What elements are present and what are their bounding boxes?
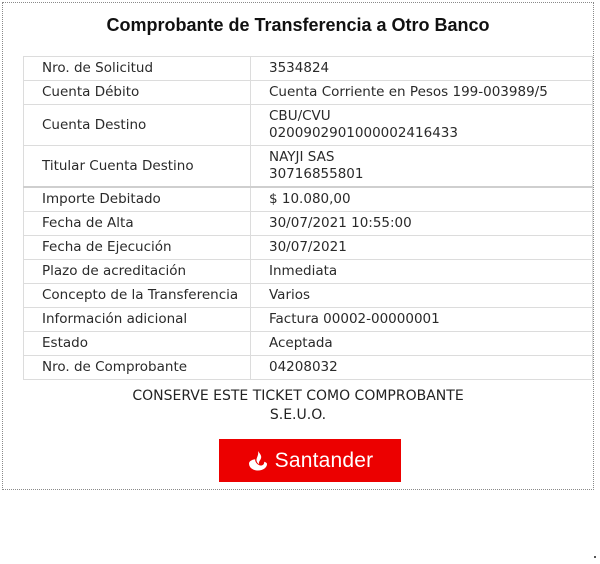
row-value: 04208032 [250, 355, 593, 380]
row-value: Inmediata [250, 259, 593, 284]
row-label: Nro. de Comprobante [23, 355, 251, 380]
receipt-title: Comprobante de Transferencia a Otro Banc… [106, 15, 490, 35]
row-label: Estado [23, 331, 251, 356]
row-label: Titular Cuenta Destino [23, 145, 251, 188]
table-row: Fecha de Alta 30/07/2021 10:55:00 [23, 211, 593, 236]
row-label: Cuenta Destino [23, 104, 251, 146]
corner-mark [594, 556, 596, 558]
row-value: 30/07/2021 10:55:00 [250, 211, 593, 236]
row-label: Concepto de la Transferencia [23, 283, 251, 308]
table-row: Cuenta Destino CBU/CVU 02009029010000024… [23, 104, 593, 146]
row-value: 30/07/2021 [250, 235, 593, 260]
details-table: Nro. de Solicitud 3534824 Cuenta Débito … [23, 56, 593, 380]
row-value: CBU/CVU [269, 108, 331, 124]
table-row: Importe Debitado $ 10.080,00 [23, 186, 593, 212]
footer-note: CONSERVE ESTE TICKET COMO COMPROBANTE S.… [3, 387, 593, 425]
row-value-secondary: 30716855801 [269, 166, 364, 182]
row-label: Cuenta Débito [23, 80, 251, 105]
table-row: Plazo de acreditación Inmediata [23, 259, 593, 284]
footer-line-seuo: S.E.U.O. [269, 407, 327, 423]
table-row: Información adicional Factura 00002-0000… [23, 307, 593, 332]
row-value-multiline: NAYJI SAS 30716855801 [250, 145, 593, 188]
row-value-multiline: CBU/CVU 0200902901000002416433 [250, 104, 593, 146]
table-row: Titular Cuenta Destino NAYJI SAS 3071685… [23, 145, 593, 188]
row-label: Información adicional [23, 307, 251, 332]
row-label: Plazo de acreditación [23, 259, 251, 284]
receipt: Comprobante de Transferencia a Otro Banc… [2, 2, 594, 490]
table-row: Cuenta Débito Cuenta Corriente en Pesos … [23, 80, 593, 105]
row-label: Nro. de Solicitud [23, 56, 251, 81]
row-label: Importe Debitado [23, 186, 251, 212]
row-value: NAYJI SAS [269, 149, 335, 165]
table-row: Concepto de la Transferencia Varios [23, 283, 593, 308]
row-value: $ 10.080,00 [250, 186, 593, 212]
row-label: Fecha de Alta [23, 211, 251, 236]
row-label: Fecha de Ejecución [23, 235, 251, 260]
row-value: Varios [250, 283, 593, 308]
row-value: Aceptada [250, 331, 593, 356]
table-row: Estado Aceptada [23, 331, 593, 356]
row-value: Cuenta Corriente en Pesos 199-003989/5 [250, 80, 593, 105]
row-value: 3534824 [250, 56, 593, 81]
santander-logo-text: Santander [274, 448, 374, 472]
row-value: Factura 00002-00000001 [250, 307, 593, 332]
row-value-secondary: 0200902901000002416433 [269, 125, 458, 141]
santander-logo: Santander [219, 439, 401, 482]
table-row: Fecha de Ejecución 30/07/2021 [23, 235, 593, 260]
table-row: Nro. de Solicitud 3534824 [23, 56, 593, 81]
footer-line-keep-ticket: CONSERVE ESTE TICKET COMO COMPROBANTE [132, 388, 464, 404]
table-row: Nro. de Comprobante 04208032 [23, 355, 593, 380]
santander-flame-icon [247, 450, 269, 472]
